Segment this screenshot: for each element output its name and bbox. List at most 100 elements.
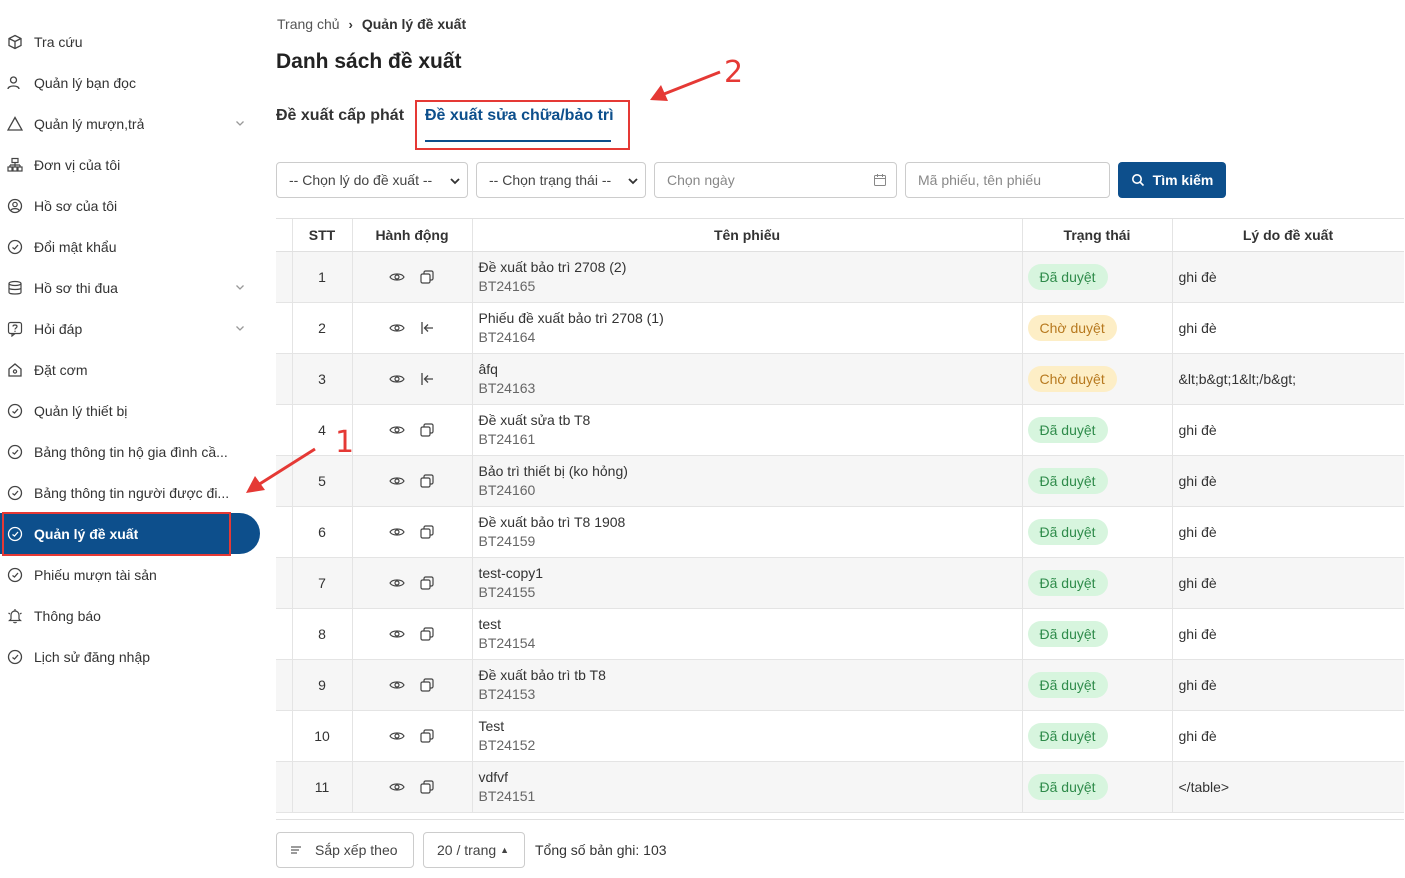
copy-icon[interactable] xyxy=(419,269,435,285)
chevron-down-icon[interactable] xyxy=(234,117,246,129)
row-name-cell: Đề xuất bảo trì 2708 (2) BT24165 xyxy=(472,251,1023,303)
table-row[interactable]: 11 vdfvf BT24151 Đã duyệt </table> xyxy=(276,761,1404,813)
eye-icon[interactable] xyxy=(389,422,405,438)
row-name-cell: Test BT24152 xyxy=(472,710,1023,762)
date-picker[interactable]: Chọn ngày xyxy=(654,162,897,198)
row-actions xyxy=(352,761,473,813)
sidebar-item-label: Hồ sơ của tôi xyxy=(34,197,118,214)
row-name[interactable]: âfq xyxy=(479,361,1022,377)
eye-icon[interactable] xyxy=(389,269,405,285)
arrow-left-bar-icon[interactable] xyxy=(419,371,435,387)
row-name[interactable]: Đề xuất bảo trì tb T8 xyxy=(479,667,1022,683)
sidebar-item[interactable]: Bảng thông tin người được đi... xyxy=(0,472,260,513)
eye-icon[interactable] xyxy=(389,677,405,693)
sidebar-item[interactable]: Phiếu mượn tài sản xyxy=(0,554,260,595)
row-gutter xyxy=(276,251,293,303)
status-select[interactable]: -- Chọn trạng thái -- xyxy=(476,162,646,198)
eye-icon[interactable] xyxy=(389,728,405,744)
status-badge: Đã duyệt xyxy=(1027,518,1108,545)
table-row[interactable]: 2 Phiếu đề xuất bảo trì 2708 (1) BT24164 Ch… xyxy=(276,302,1404,354)
copy-icon[interactable] xyxy=(419,626,435,642)
row-name[interactable]: Phiếu đề xuất bảo trì 2708 (1) xyxy=(479,310,1022,326)
status-badge: Đã duyệt xyxy=(1027,467,1108,494)
arrow-left-bar-icon[interactable] xyxy=(419,320,435,336)
sidebar-item[interactable]: Tra cứu xyxy=(0,21,260,62)
row-reason: ghi đè xyxy=(1172,455,1404,507)
table-row[interactable]: 8 test BT24154 Đã duyệt ghi đè xyxy=(276,608,1404,660)
table-row[interactable]: 5 Bảo trì thiết bị (ko hỏng) BT24160 Đã duy… xyxy=(276,455,1404,507)
breadcrumb-home[interactable]: Trang chủ xyxy=(277,16,340,32)
eye-icon[interactable] xyxy=(389,575,405,591)
table-row[interactable]: 9 Đề xuất bảo trì tb T8 BT24153 Đã duyệt ghi… xyxy=(276,659,1404,711)
row-name[interactable]: Đề xuất bảo trì 2708 (2) xyxy=(479,259,1022,275)
row-reason: ghi đè xyxy=(1172,557,1404,609)
sidebar-item[interactable]: Đặt cơm xyxy=(0,349,260,390)
tab-cap-phat[interactable]: Đề xuất cấp phát xyxy=(276,107,404,125)
sidebar-item[interactable]: Thông báo xyxy=(0,595,260,636)
sidebar-item[interactable]: Quản lý mượn,trả xyxy=(0,103,260,144)
row-name[interactable]: Test xyxy=(479,718,1022,734)
sidebar-item[interactable]: Bảng thông tin hộ gia đình cầ... xyxy=(0,431,260,472)
table-row[interactable]: 1 Đề xuất bảo trì 2708 (2) BT24165 Đã duyệt… xyxy=(276,251,1404,303)
copy-icon[interactable] xyxy=(419,779,435,795)
copy-icon[interactable] xyxy=(419,728,435,744)
page-size-select[interactable]: 20 / trang ▲ xyxy=(423,832,525,868)
copy-icon[interactable] xyxy=(419,524,435,540)
row-name[interactable]: test-copy1 xyxy=(479,565,1022,581)
total-records: Tổng số bản ghi: 103 xyxy=(535,842,667,858)
sort-button-label: Sắp xếp theo xyxy=(315,842,398,858)
row-name[interactable]: Đề xuất bảo trì T8 1908 xyxy=(479,514,1022,530)
row-name[interactable]: test xyxy=(479,616,1022,632)
sidebar-item[interactable]: Đơn vị của tôi xyxy=(0,144,260,185)
row-code: BT24153 xyxy=(478,686,536,702)
warning-icon xyxy=(6,115,24,133)
table-row[interactable]: 3 âfq BT24163 Chờ duyệt &lt;b&gt;1&lt;/b&gt; xyxy=(276,353,1404,405)
row-name[interactable]: Đề xuất sửa tb T8 xyxy=(479,412,1022,428)
row-status-cell: Đã duyệt xyxy=(1022,404,1173,456)
row-gutter xyxy=(276,710,293,762)
row-status-cell: Chờ duyệt xyxy=(1022,302,1173,354)
eye-icon[interactable] xyxy=(389,473,405,489)
table-row[interactable]: 6 Đề xuất bảo trì T8 1908 BT24159 Đã duyệt g… xyxy=(276,506,1404,558)
sidebar-item[interactable]: Quản lý bạn đọc xyxy=(0,62,260,103)
row-code: BT24152 xyxy=(478,737,536,753)
reason-select[interactable]: -- Chọn lý do đề xuất -- xyxy=(276,162,468,198)
sidebar-item[interactable]: Đổi mật khẩu xyxy=(0,226,260,267)
table-row[interactable]: 4 Đề xuất sửa tb T8 BT24161 Đã duyệt ghi đè xyxy=(276,404,1404,456)
chevron-down-icon[interactable] xyxy=(234,322,246,334)
sidebar-item-label: Thông báo xyxy=(34,607,101,624)
eye-icon[interactable] xyxy=(389,320,405,336)
annotation-arrow-2 xyxy=(663,70,721,96)
row-status-cell: Đã duyệt xyxy=(1022,455,1173,507)
eye-icon[interactable] xyxy=(389,626,405,642)
sidebar-item[interactable]: Hồ sơ của tôi xyxy=(0,185,260,226)
row-name[interactable]: Bảo trì thiết bị (ko hỏng) xyxy=(479,463,1022,479)
row-name-cell: vdfvf BT24151 xyxy=(472,761,1023,813)
row-code: BT24163 xyxy=(478,380,536,396)
copy-icon[interactable] xyxy=(419,422,435,438)
row-name-cell: Đề xuất bảo trì T8 1908 BT24159 xyxy=(472,506,1023,558)
copy-icon[interactable] xyxy=(419,473,435,489)
row-name[interactable]: vdfvf xyxy=(479,769,1022,785)
row-reason: ghi đè xyxy=(1172,710,1404,762)
status-badge: Đã duyệt xyxy=(1027,263,1108,290)
eye-icon[interactable] xyxy=(389,371,405,387)
sidebar-item[interactable]: Quản lý thiết bị xyxy=(0,390,260,431)
sidebar-item[interactable]: Hỏi đáp xyxy=(0,308,260,349)
eye-icon[interactable] xyxy=(389,524,405,540)
eye-icon[interactable] xyxy=(389,779,405,795)
copy-icon[interactable] xyxy=(419,677,435,693)
sort-button[interactable]: Sắp xếp theo xyxy=(276,832,414,868)
sidebar-item[interactable]: Hồ sơ thi đua xyxy=(0,267,260,308)
search-button[interactable]: Tìm kiếm xyxy=(1118,162,1226,198)
chevron-down-icon[interactable] xyxy=(234,281,246,293)
keyword-input[interactable]: Mã phiếu, tên phiếu xyxy=(905,162,1110,198)
sidebar-item[interactable]: Lịch sử đăng nhập xyxy=(0,636,260,677)
sidebar-item-label: Đặt cơm xyxy=(34,361,88,378)
table-row[interactable]: 10 Test BT24152 Đã duyệt ghi đè xyxy=(276,710,1404,762)
row-reason: ghi đè xyxy=(1172,251,1404,303)
row-name-cell: Phiếu đề xuất bảo trì 2708 (1) BT24164 xyxy=(472,302,1023,354)
table-row[interactable]: 7 test-copy1 BT24155 Đã duyệt ghi đè xyxy=(276,557,1404,609)
copy-icon[interactable] xyxy=(419,575,435,591)
row-gutter xyxy=(276,761,293,813)
